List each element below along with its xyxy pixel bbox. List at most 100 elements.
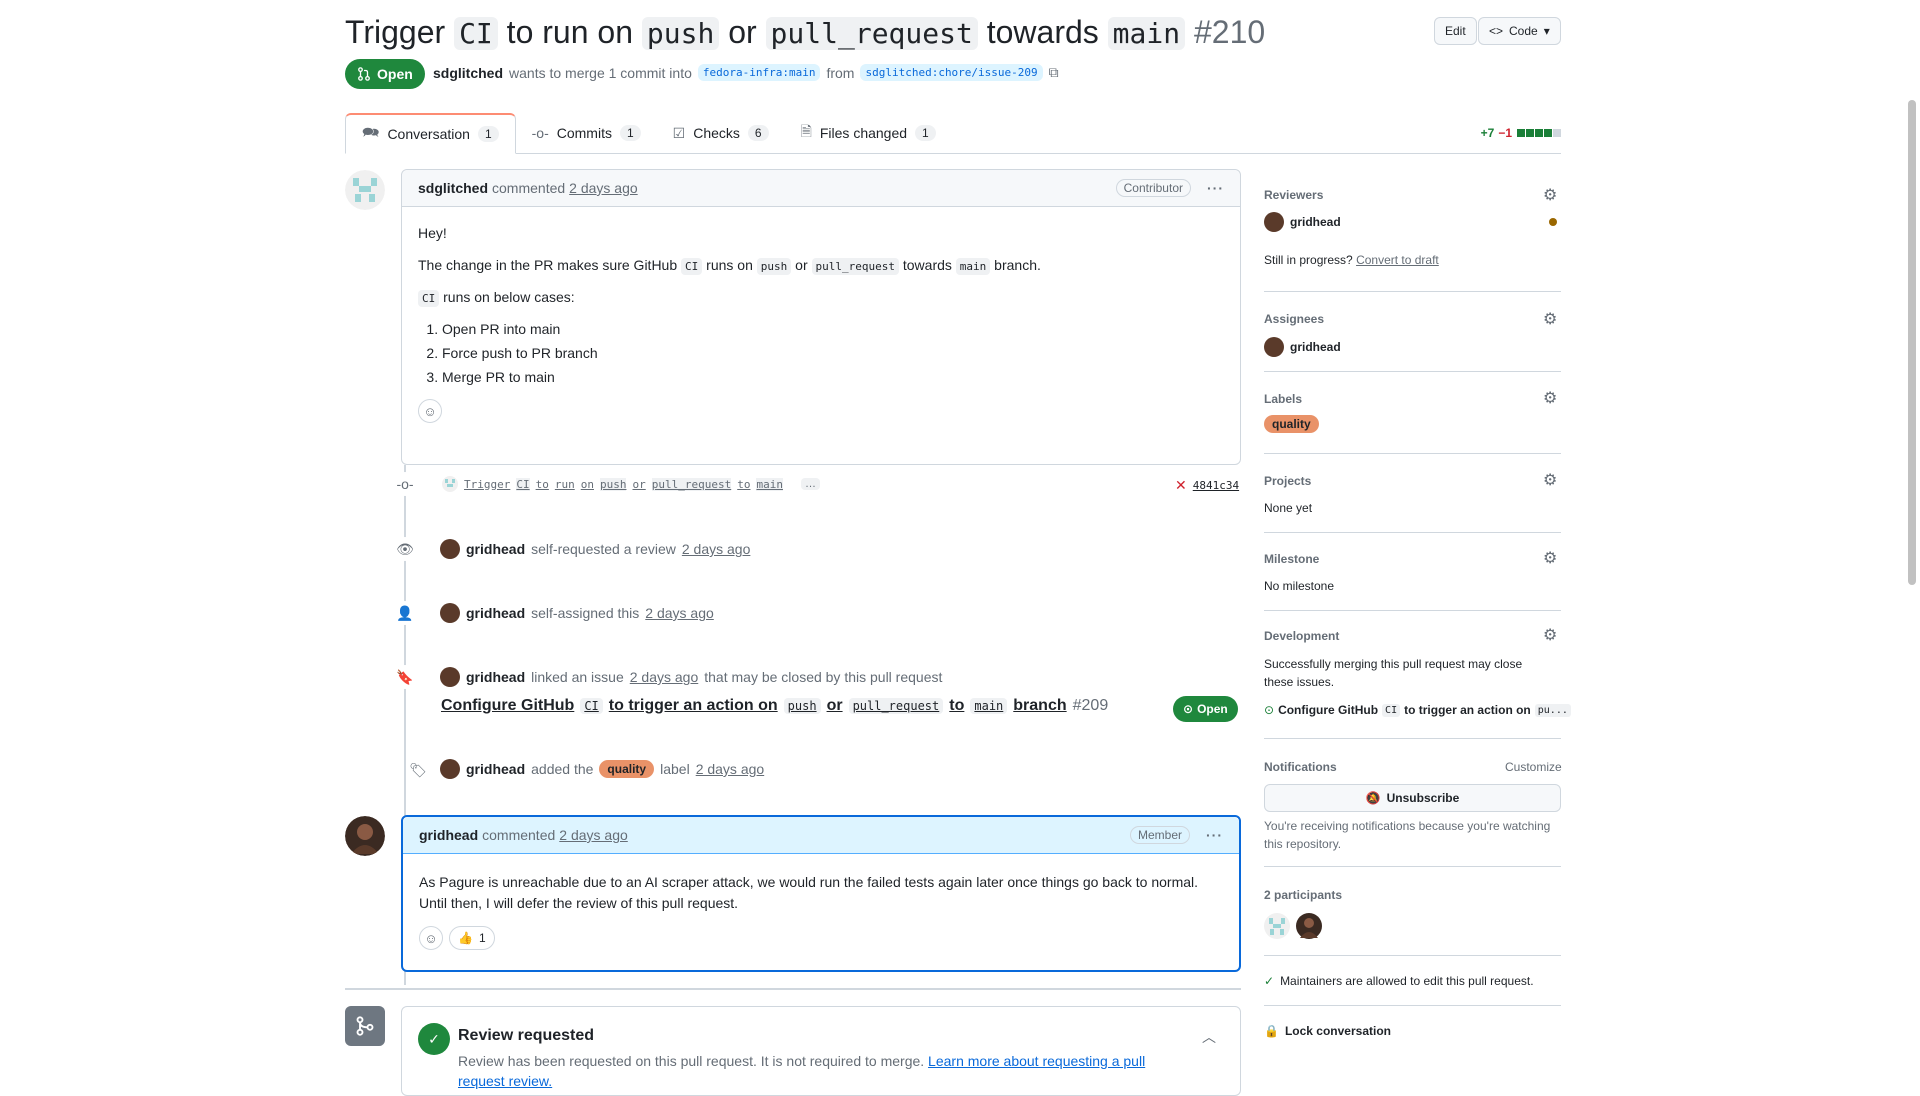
avatar-gridhead[interactable] bbox=[440, 667, 460, 687]
tab-counter: 6 bbox=[747, 125, 769, 141]
text: branch. bbox=[990, 257, 1041, 273]
event-time[interactable]: 2 days ago bbox=[645, 605, 714, 621]
event-time[interactable]: 2 days ago bbox=[630, 669, 699, 685]
development-issue-link[interactable]: ⊙ Configure GitHub CI to trigger an acti… bbox=[1264, 703, 1571, 717]
event-user[interactable]: gridhead bbox=[466, 541, 525, 557]
commit-message-word[interactable]: to bbox=[737, 478, 750, 491]
gear-icon[interactable]: ⚙ bbox=[1543, 625, 1557, 645]
avatar-sdglitched[interactable] bbox=[345, 170, 385, 213]
customize-link[interactable]: Customize bbox=[1505, 760, 1562, 774]
merge-text: wants to merge 1 commit into bbox=[509, 64, 692, 81]
tab-checks[interactable]: ☑ Checks 6 bbox=[657, 113, 785, 153]
participant-avatar-gridhead[interactable] bbox=[1296, 913, 1322, 939]
event-user[interactable]: gridhead bbox=[466, 605, 525, 621]
pr-author-link[interactable]: sdglitched bbox=[433, 65, 503, 81]
comment-discussion-icon: 🗪 bbox=[362, 124, 380, 140]
role-badge: Contributor bbox=[1115, 179, 1191, 197]
x-fail-icon[interactable]: ✕ bbox=[1175, 477, 1187, 494]
commit-message-word[interactable]: or bbox=[632, 478, 645, 491]
check-circle-icon: ✓ bbox=[418, 1023, 450, 1055]
gear-icon[interactable]: ⚙ bbox=[1543, 309, 1557, 329]
gear-icon[interactable]: ⚙ bbox=[1543, 185, 1557, 205]
commit-message-word[interactable]: push bbox=[599, 477, 627, 491]
sidebar-reviewers-title[interactable]: Reviewers bbox=[1264, 188, 1561, 202]
reviewer-name[interactable]: gridhead bbox=[1290, 215, 1341, 229]
event-link: gridhead linked an issue 2 days ago that… bbox=[440, 667, 942, 687]
scrollbar-thumb[interactable] bbox=[1908, 100, 1916, 585]
maintainers-note: ✓ Maintainers are allowed to edit this p… bbox=[1264, 974, 1534, 988]
gear-icon[interactable]: ⚙ bbox=[1543, 388, 1557, 408]
sidebar-development-title[interactable]: Development bbox=[1264, 629, 1561, 643]
kebab-icon[interactable]: ··· bbox=[1206, 827, 1223, 843]
comment-author[interactable]: sdglitched bbox=[418, 180, 488, 196]
base-branch[interactable]: fedora-infra:main bbox=[697, 64, 821, 81]
event-time[interactable]: 2 days ago bbox=[696, 761, 765, 777]
label-quality[interactable]: quality bbox=[1264, 415, 1319, 433]
pr-tabs: 🗪 Conversation 1 -o- Commits 1 ☑ Checks … bbox=[345, 113, 1561, 154]
assignee-name[interactable]: gridhead bbox=[1290, 340, 1341, 354]
gear-icon[interactable]: ⚙ bbox=[1543, 548, 1557, 568]
commit-message-word[interactable]: CI bbox=[516, 477, 530, 491]
reviewer-row[interactable]: gridhead bbox=[1264, 212, 1341, 232]
commit-message-word[interactable]: main bbox=[756, 477, 783, 491]
edit-button[interactable]: Edit bbox=[1434, 17, 1477, 45]
sidebar-assignees-title[interactable]: Assignees bbox=[1264, 312, 1561, 326]
chevron-up-icon[interactable]: ︿ bbox=[1202, 1027, 1216, 1047]
gear-icon[interactable]: ⚙ bbox=[1543, 470, 1557, 490]
event-text: self-requested a review bbox=[531, 541, 676, 557]
linked-issue-title[interactable]: Configure GitHub CI to trigger an action… bbox=[441, 697, 1108, 715]
lock-label: Lock conversation bbox=[1284, 1024, 1391, 1038]
development-text: Successfully merging this pull request m… bbox=[1264, 657, 1523, 689]
comment-time[interactable]: 2 days ago bbox=[569, 180, 638, 196]
reaction-pill[interactable]: 👍 1 bbox=[449, 926, 495, 950]
sidebar-milestone-title[interactable]: Milestone bbox=[1264, 552, 1561, 566]
commit-message-word[interactable]: to bbox=[536, 478, 549, 491]
add-reaction-button[interactable]: ☺ bbox=[418, 399, 442, 423]
avatar-gridhead-large[interactable] bbox=[345, 816, 385, 859]
avatar-gridhead[interactable] bbox=[440, 539, 460, 559]
copy-icon[interactable]: ⧉ bbox=[1049, 64, 1059, 81]
label-quality[interactable]: quality bbox=[599, 760, 655, 778]
lock-conversation-button[interactable]: 🔒 Lock conversation bbox=[1264, 1024, 1391, 1038]
event-time[interactable]: 2 days ago bbox=[682, 541, 751, 557]
tab-files-changed[interactable]: 🗎 Files changed 1 bbox=[785, 113, 952, 153]
sidebar-divider bbox=[1264, 453, 1561, 454]
commit-message-word[interactable]: pull_request bbox=[651, 477, 732, 491]
comment-action: commented bbox=[492, 180, 566, 196]
commit-status: ✕ 4841c34 bbox=[1175, 477, 1239, 494]
unsubscribe-button[interactable]: 🔕 Unsubscribe bbox=[1264, 784, 1561, 812]
tab-conversation[interactable]: 🗪 Conversation 1 bbox=[345, 113, 516, 154]
pr-meta: sdglitched wants to merge 1 commit into … bbox=[433, 64, 1059, 81]
sidebar-divider bbox=[1264, 955, 1561, 956]
commit-message-word[interactable]: Trigger bbox=[464, 478, 510, 491]
avatar-gridhead[interactable] bbox=[440, 759, 460, 779]
convert-to-draft-link[interactable]: Convert to draft bbox=[1356, 253, 1439, 267]
git-merge-icon bbox=[345, 1006, 385, 1046]
pr-state-badge: Open bbox=[345, 59, 425, 89]
participant-avatar-sdglitched[interactable] bbox=[1264, 913, 1290, 939]
diff-additions: +7 bbox=[1480, 126, 1495, 140]
commit-message-word[interactable]: run bbox=[555, 478, 575, 491]
comment-author[interactable]: gridhead bbox=[419, 827, 478, 843]
event-user[interactable]: gridhead bbox=[466, 761, 525, 777]
draft-prompt: Still in progress? Convert to draft bbox=[1264, 253, 1439, 267]
event-user[interactable]: gridhead bbox=[466, 669, 525, 685]
head-branch[interactable]: sdglitched:chore/issue-209 bbox=[860, 64, 1043, 81]
pr-number: #210 bbox=[1194, 14, 1266, 50]
commit-message-word[interactable]: on bbox=[581, 478, 594, 491]
tab-commits[interactable]: -o- Commits 1 bbox=[516, 113, 657, 153]
avatar-gridhead[interactable] bbox=[440, 603, 460, 623]
add-reaction-button[interactable]: ☺ bbox=[419, 926, 443, 950]
assignee-row[interactable]: gridhead bbox=[1264, 337, 1341, 357]
sidebar-participants-title: 2 participants bbox=[1264, 888, 1343, 902]
participants-list bbox=[1264, 913, 1322, 939]
commit-expand-button[interactable]: … bbox=[800, 478, 820, 490]
event-text: label bbox=[660, 761, 690, 777]
sidebar-projects-title[interactable]: Projects bbox=[1264, 474, 1561, 488]
comment-time[interactable]: 2 days ago bbox=[559, 827, 628, 843]
smiley-icon: ☺ bbox=[424, 930, 438, 946]
commit-sha[interactable]: 4841c34 bbox=[1193, 479, 1239, 492]
sidebar-labels-title[interactable]: Labels bbox=[1264, 392, 1561, 406]
kebab-icon[interactable]: ··· bbox=[1207, 180, 1224, 196]
code-button[interactable]: <> Code ▾ bbox=[1478, 17, 1561, 45]
